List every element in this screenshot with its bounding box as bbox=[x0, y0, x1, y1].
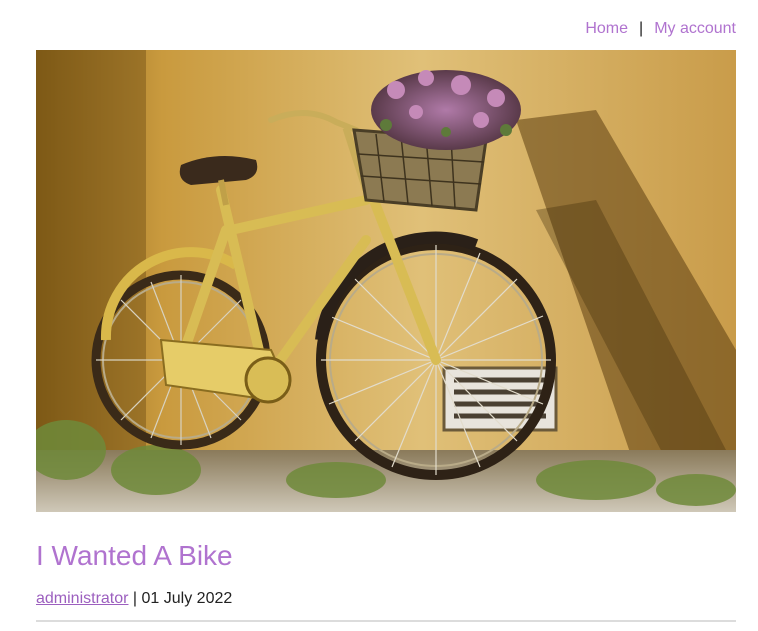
content-divider bbox=[36, 620, 736, 622]
meta-separator: | bbox=[128, 590, 142, 607]
nav-my-account-link[interactable]: My account bbox=[654, 19, 736, 39]
post-date: 01 July 2022 bbox=[141, 590, 233, 607]
post-title[interactable]: I Wanted A Bike bbox=[36, 538, 233, 574]
nav-home-link[interactable]: Home bbox=[585, 19, 628, 39]
nav-separator: | bbox=[639, 20, 644, 37]
post-meta: administrator | 01 July 2022 bbox=[36, 589, 232, 609]
top-navigation: Home | My account bbox=[585, 19, 736, 39]
post-author-link[interactable]: administrator bbox=[36, 590, 128, 607]
hero-image bbox=[36, 50, 736, 512]
